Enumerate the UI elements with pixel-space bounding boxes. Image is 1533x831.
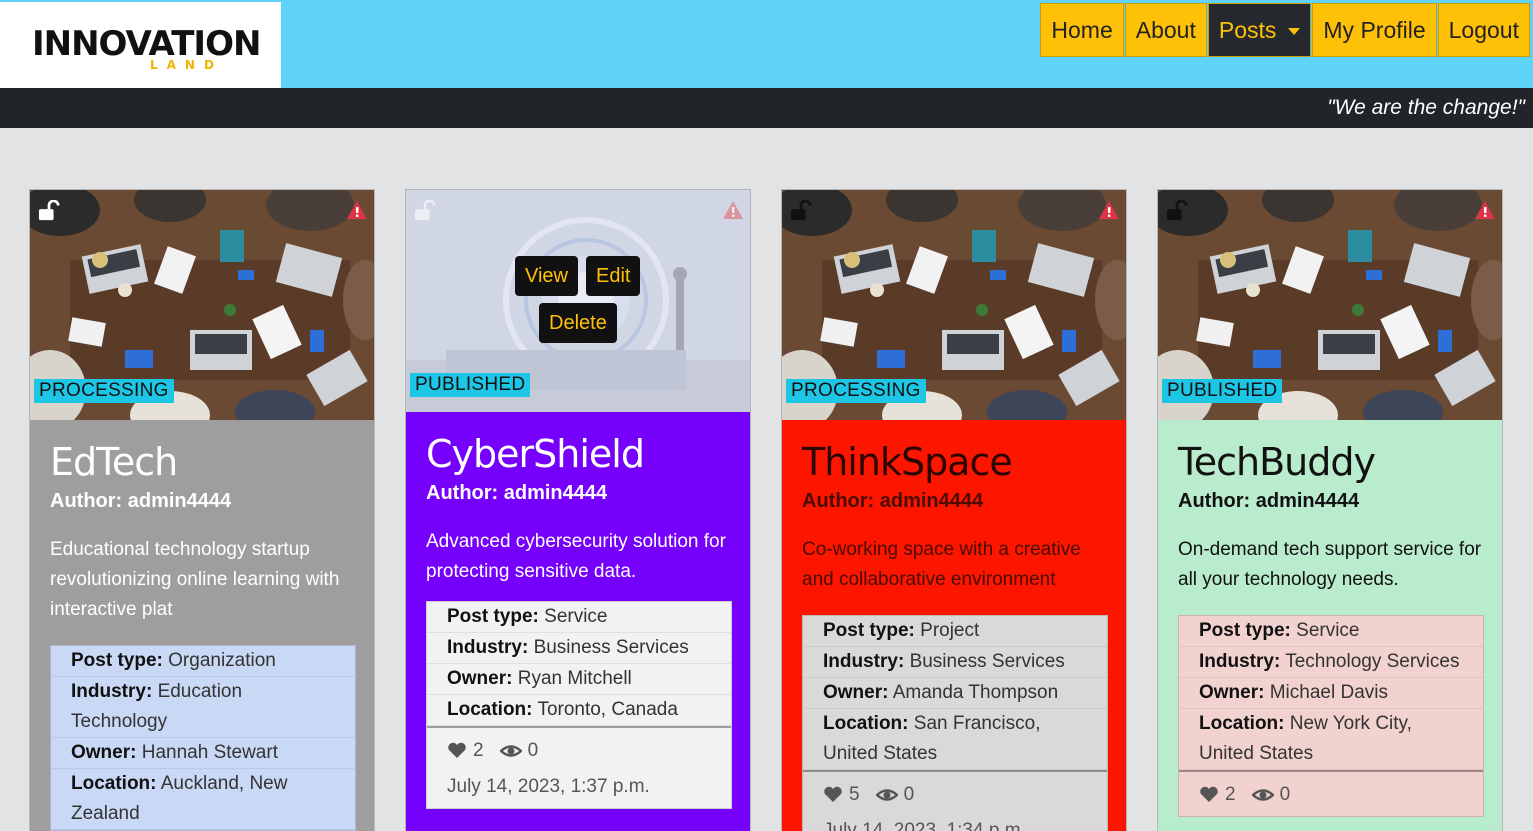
nav-home[interactable]: Home	[1040, 3, 1124, 57]
post-author: Author: admin4444	[802, 490, 984, 512]
lock-icon	[1166, 200, 1188, 221]
views-count: 0	[527, 740, 539, 761]
nav-logout[interactable]: Logout	[1437, 3, 1530, 57]
detail-industry: Industry: Business Services	[427, 633, 731, 664]
post-stats: 5 0 July 14, 2023, 1:34 p.m.	[803, 770, 1107, 831]
post-image[interactable]: View Edit Delete PUBLISHED	[406, 190, 750, 412]
post-date: July 14, 2023, 1:37 p.m.	[447, 776, 650, 797]
status-badge: PUBLISHED	[1162, 379, 1283, 403]
post-title: EdTech	[50, 440, 178, 484]
delete-button[interactable]: Delete	[539, 303, 617, 343]
detail-location: Location: San Francisco, United States	[803, 709, 1107, 770]
nav-posts-dropdown[interactable]: Posts	[1207, 3, 1312, 57]
logo-subtext: LAND	[150, 58, 223, 72]
slogan-bar: "We are the change!"	[0, 88, 1533, 128]
post-details: Post type: Project Industry: Business Se…	[802, 615, 1108, 831]
nav-my-profile[interactable]: My Profile	[1312, 3, 1437, 57]
detail-industry: Industry: Business Services	[803, 647, 1107, 678]
detail-owner: Owner: Hannah Stewart	[51, 738, 355, 769]
post-description: Co-working space with a creative and col…	[802, 539, 1081, 590]
edit-button[interactable]: Edit	[586, 256, 641, 296]
logo-container[interactable]: INNOVATION LAND	[0, 2, 281, 88]
logo-text: INNOVATION	[32, 24, 261, 64]
post-description: Educational technology startup revolutio…	[50, 539, 340, 620]
post-details: Post type: Service Industry: Technology …	[1178, 615, 1484, 817]
post-image[interactable]: PROCESSING	[782, 190, 1126, 420]
detail-post-type: Post type: Organization	[51, 646, 355, 677]
innovation-land-logo[interactable]: INNOVATION LAND	[32, 22, 261, 76]
post-card-cybershield[interactable]: View Edit Delete PUBLISHED CyberShield A…	[405, 189, 751, 831]
heart-icon[interactable]	[1199, 785, 1219, 805]
post-image[interactable]: PROCESSING	[30, 190, 374, 420]
detail-owner: Owner: Michael Davis	[1179, 678, 1483, 709]
views-count: 0	[903, 784, 915, 805]
heart-icon[interactable]	[823, 785, 843, 805]
detail-location: Location: Auckland, New Zealand	[51, 769, 355, 830]
card-body: ThinkSpace Author: admin4444 Co-working …	[782, 440, 1126, 831]
detail-industry: Industry: Education Technology	[51, 677, 355, 738]
slogan-text: "We are the change!"	[1327, 96, 1525, 119]
card-body: TechBuddy Author: admin4444 On-demand te…	[1158, 440, 1502, 817]
status-badge: PROCESSING	[34, 379, 174, 403]
warning-triangle-icon	[347, 201, 367, 219]
post-date: July 14, 2023, 1:34 p.m.	[823, 820, 1026, 831]
view-button[interactable]: View	[515, 256, 578, 296]
warning-triangle-icon	[1475, 201, 1495, 219]
likes-count: 5	[849, 784, 860, 805]
nav-about[interactable]: About	[1124, 3, 1207, 57]
eye-icon	[875, 789, 898, 801]
detail-post-type: Post type: Service	[427, 602, 731, 633]
post-card-techbuddy[interactable]: PUBLISHED TechBuddy Author: admin4444 On…	[1157, 189, 1503, 831]
card-body: CyberShield Author: admin4444 Advanced c…	[406, 432, 750, 809]
lock-icon	[790, 200, 812, 221]
detail-location: Location: Toronto, Canada	[427, 695, 731, 726]
likes-count: 2	[473, 740, 484, 761]
post-details: Post type: Service Industry: Business Se…	[426, 601, 732, 809]
warning-triangle-icon	[1099, 201, 1119, 219]
post-description: Advanced cybersecurity solution for prot…	[426, 531, 726, 582]
top-navbar: INNOVATION LAND Home About Posts My Prof…	[0, 0, 1533, 88]
eye-icon	[1251, 789, 1274, 801]
post-author: Author: admin4444	[1178, 490, 1360, 512]
post-title: TechBuddy	[1178, 440, 1376, 484]
post-card-thinkspace[interactable]: PROCESSING ThinkSpace Author: admin4444 …	[781, 189, 1127, 831]
detail-industry: Industry: Technology Services	[1179, 647, 1483, 678]
main-nav: Home About Posts My Profile Logout	[1039, 3, 1530, 57]
unlock-icon	[38, 200, 60, 222]
views-count: 0	[1279, 784, 1291, 805]
post-description: On-demand tech support service for all y…	[1178, 539, 1482, 590]
card-body: EdTech Author: admin4444 Educational tec…	[30, 440, 374, 831]
detail-post-type: Post type: Service	[1179, 616, 1483, 647]
status-badge: PROCESSING	[786, 379, 926, 403]
detail-owner: Owner: Ryan Mitchell	[427, 664, 731, 695]
detail-owner: Owner: Amanda Thompson	[803, 678, 1107, 709]
likes-count: 2	[1225, 784, 1236, 805]
post-title: ThinkSpace	[802, 440, 1013, 484]
caret-down-icon	[1288, 27, 1301, 35]
status-badge: PUBLISHED	[410, 373, 531, 397]
post-details: Post type: Organization Industry: Educat…	[50, 645, 356, 831]
post-stats: 2 0 July 14, 2023, 1:37 p.m.	[427, 726, 731, 808]
post-title: CyberShield	[426, 432, 645, 476]
post-author: Author: admin4444	[50, 490, 232, 512]
post-stats: 2 0	[1179, 770, 1483, 816]
nav-posts-label: Posts	[1218, 16, 1277, 43]
heart-icon[interactable]	[447, 741, 467, 761]
detail-location: Location: New York City, United States	[1179, 709, 1483, 770]
detail-post-type: Post type: Project	[803, 616, 1107, 647]
post-card-edtech[interactable]: PROCESSING EdTech Author: admin4444 Educ…	[29, 189, 375, 831]
post-image[interactable]: PUBLISHED	[1158, 190, 1502, 420]
post-author: Author: admin4444	[426, 482, 608, 504]
eye-icon	[499, 745, 522, 757]
